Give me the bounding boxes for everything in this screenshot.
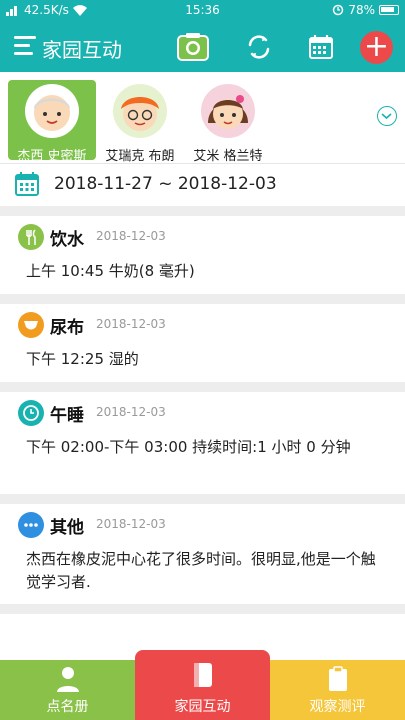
record-body: 下午 02:00-下午 03:00 持续时间:1 小时 0 分钟 <box>26 438 351 456</box>
record-type: 午睡 <box>50 406 84 426</box>
tab-home-school[interactable]: 家园互动 <box>135 650 270 720</box>
notebook-icon <box>193 663 212 687</box>
expand-children-button[interactable] <box>377 106 397 126</box>
alarm-icon <box>333 4 344 16</box>
app-header: 家园互动 + <box>0 22 405 72</box>
battery-percent: 78% <box>348 3 375 17</box>
record-type: 其他 <box>50 518 84 538</box>
tab-roll-call[interactable]: 点名册 <box>0 660 135 720</box>
camera-button[interactable] <box>176 30 210 64</box>
record-body: 杰西在橡皮泥中心花了很多时间。很明显,他是一个触觉学习者. <box>26 550 376 591</box>
record-other[interactable]: 其他 2018-12-03 杰西在橡皮泥中心花了很多时间。很明显,他是一个触觉学… <box>0 504 405 604</box>
record-nap[interactable]: 午睡 2018-12-03 下午 02:00-下午 03:00 持续时间:1 小… <box>0 392 405 494</box>
status-bar: 42.5K/s 15:36 78% <box>0 0 405 22</box>
camera-icon <box>177 33 209 61</box>
record-body: 上午 10:45 牛奶(8 毫升) <box>26 262 195 280</box>
child-avatar <box>113 84 167 138</box>
battery-icon <box>379 5 399 15</box>
chevron-down-icon <box>381 113 392 120</box>
tab-label: 家园互动 <box>174 699 231 715</box>
refresh-button[interactable] <box>242 30 276 64</box>
record-date: 2018-12-03 <box>96 317 166 331</box>
add-button[interactable]: + <box>360 31 393 64</box>
child-amy[interactable]: 艾米 格兰特 <box>184 80 272 164</box>
diaper-icon <box>18 312 44 338</box>
child-name: 艾米 格兰特 <box>193 149 263 164</box>
child-avatar <box>25 84 79 138</box>
tab-label: 点名册 <box>46 699 89 715</box>
child-name: 艾瑞克 布朗 <box>105 149 175 164</box>
clipboard-icon <box>328 666 347 691</box>
divider <box>0 382 405 392</box>
tab-label: 观察测评 <box>309 699 366 715</box>
status-right: 78% <box>332 3 399 17</box>
child-name: 杰西 史密斯 <box>17 149 87 164</box>
date-range-row[interactable]: 2018-11-27 ~ 2018-12-03 <box>0 164 405 206</box>
child-avatar <box>201 84 255 138</box>
tab-observation[interactable]: 观察测评 <box>270 660 405 720</box>
record-body: 下午 12:25 湿的 <box>26 350 139 368</box>
calendar-icon <box>15 172 39 196</box>
divider <box>0 294 405 304</box>
child-selector: 杰西 史密斯 艾瑞克 布朗 艾米 格兰特 <box>0 72 405 164</box>
fork-knife-icon <box>18 224 44 250</box>
record-type: 饮水 <box>50 230 84 250</box>
record-date: 2018-12-03 <box>96 517 166 531</box>
record-date: 2018-12-03 <box>96 405 166 419</box>
divider <box>0 494 405 504</box>
more-dots-icon <box>18 512 44 538</box>
clock-icon <box>18 400 44 426</box>
calendar-icon <box>309 35 333 59</box>
divider <box>0 206 405 216</box>
person-icon <box>56 667 79 692</box>
record-diaper[interactable]: 尿布 2018-12-03 下午 12:25 湿的 <box>0 304 405 382</box>
child-eric[interactable]: 艾瑞克 布朗 <box>96 80 184 164</box>
refresh-icon <box>248 35 270 59</box>
record-date: 2018-12-03 <box>96 229 166 243</box>
date-range: 2018-11-27 ~ 2018-12-03 <box>54 174 277 194</box>
page-title: 家园互动 <box>42 38 122 62</box>
divider <box>0 604 405 614</box>
plus-icon: + <box>363 29 390 64</box>
calendar-button[interactable] <box>304 30 338 64</box>
bottom-tab-bar: 点名册 家园互动 观察测评 <box>0 650 405 720</box>
menu-icon[interactable] <box>14 36 36 56</box>
record-drink[interactable]: 饮水 2018-12-03 上午 10:45 牛奶(8 毫升) <box>0 216 405 294</box>
child-jesse[interactable]: 杰西 史密斯 <box>8 80 96 164</box>
record-type: 尿布 <box>50 318 84 338</box>
